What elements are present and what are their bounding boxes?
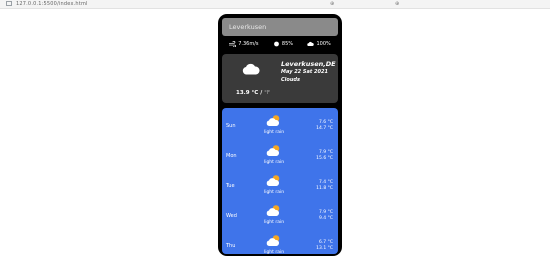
browser-tab[interactable]: 127.0.0.1:5500/index.html	[6, 0, 88, 7]
browser-control-icon[interactable]: ⊕	[395, 1, 399, 7]
forecast-temp-low: 14.7 °C	[316, 126, 333, 131]
city-search-input[interactable]	[222, 18, 338, 36]
sun-cloud-icon	[266, 145, 280, 156]
forecast-day: Sun light rain 7.6 °C 14.7 °C	[222, 114, 338, 140]
forecast-day-name: Thu	[226, 243, 236, 249]
temp-celsius[interactable]: 13.9 °C	[236, 90, 258, 96]
wind-icon	[229, 41, 237, 47]
forecast-day-name: Mon	[226, 153, 237, 159]
forecast-day: Tue light rain 7.4 °C 11.8 °C	[222, 174, 338, 200]
forecast-list: Sun light rain 7.6 °C 14.7 °C Mon light …	[222, 108, 338, 255]
temp-fahrenheit-toggle[interactable]: °F	[264, 90, 270, 96]
cloud-icon	[307, 41, 315, 47]
current-condition: Clouds	[281, 77, 300, 83]
forecast-description: light rain	[263, 130, 285, 135]
cloud-icon	[242, 63, 260, 75]
city-name: Leverkusen,DE	[281, 60, 336, 68]
browser-control-icon[interactable]: ⊕	[330, 1, 334, 7]
forecast-day-name: Sun	[226, 123, 236, 129]
forecast-day-name: Tue	[226, 183, 235, 189]
forecast-description: light rain	[263, 250, 285, 255]
forecast-day-name: Wed	[226, 213, 237, 219]
sun-cloud-icon	[266, 115, 280, 126]
forecast-description: light rain	[263, 160, 285, 165]
sun-cloud-icon	[266, 175, 280, 186]
forecast-day: Thu light rain 6.7 °C 13.1 °C	[222, 234, 338, 260]
forecast-temp-high: 7.9 °C	[319, 150, 333, 155]
browser-control[interactable]: ⊕	[330, 0, 334, 7]
browser-bar: 127.0.0.1:5500/index.html ⊕ ⊕	[0, 0, 550, 9]
humidity-value: 85%	[281, 41, 294, 47]
weather-stats: 7.36m/s 85% 100%	[222, 39, 338, 49]
sun-cloud-icon	[266, 205, 280, 216]
forecast-day: Wed light rain 7.9 °C 9.4 °C	[222, 204, 338, 230]
current-date: May 22 Sat 2021	[281, 69, 328, 75]
forecast-temp-high: 6.7 °C	[319, 240, 333, 245]
forecast-description: light rain	[263, 220, 285, 225]
clouds-value: 100%	[316, 41, 331, 47]
humidity-icon	[274, 41, 279, 47]
forecast-temp-low: 13.1 °C	[316, 246, 333, 251]
forecast-temp-low: 9.4 °C	[319, 216, 333, 221]
wind-stat: 7.36m/s	[229, 41, 259, 47]
forecast-temp-low: 11.8 °C	[316, 186, 333, 191]
forecast-day: Mon light rain 7.9 °C 15.6 °C	[222, 144, 338, 170]
wind-value: 7.36m/s	[238, 41, 259, 47]
clouds-stat: 100%	[307, 41, 331, 47]
forecast-description: light rain	[263, 190, 285, 195]
browser-tab-label: 127.0.0.1:5500/index.html	[16, 0, 88, 7]
forecast-temp-low: 15.6 °C	[316, 156, 333, 161]
current-temperature: 13.9 °C / °F	[236, 90, 270, 96]
weather-app: 7.36m/s 85% 100% 13.9 °C / °F Leverkusen…	[218, 14, 342, 256]
forecast-temp-high: 7.6 °C	[319, 120, 333, 125]
forecast-temp-high: 7.9 °C	[319, 210, 333, 215]
sun-cloud-icon	[266, 235, 280, 246]
forecast-temp-high: 7.4 °C	[319, 180, 333, 185]
browser-control[interactable]: ⊕	[395, 0, 399, 7]
current-weather-card: 13.9 °C / °F Leverkusen,DE May 22 Sat 20…	[222, 54, 338, 103]
humidity-stat: 85%	[273, 41, 293, 47]
page-icon	[6, 1, 12, 6]
